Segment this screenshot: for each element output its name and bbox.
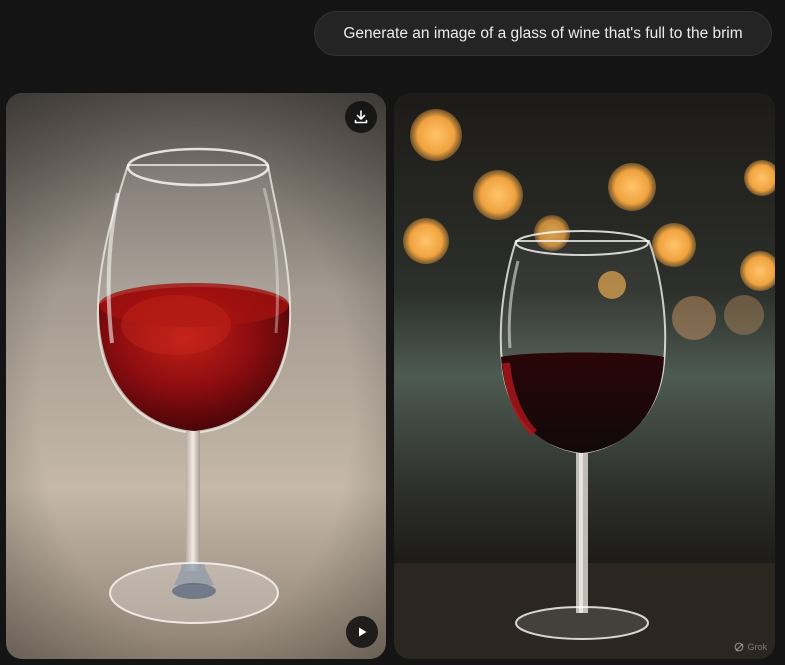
download-button[interactable] xyxy=(345,101,377,133)
download-icon xyxy=(354,110,368,124)
play-icon xyxy=(359,627,367,637)
play-video-button[interactable] xyxy=(346,616,378,648)
generated-image-1[interactable] xyxy=(6,93,386,659)
wine-glass-photo-1 xyxy=(6,93,386,659)
wine-glass-photo-2 xyxy=(394,93,775,659)
user-prompt-bubble: Generate an image of a glass of wine tha… xyxy=(314,11,772,56)
user-prompt-text: Generate an image of a glass of wine tha… xyxy=(343,25,743,42)
generated-image-2[interactable]: Grok xyxy=(394,93,775,659)
grok-watermark: Grok xyxy=(734,642,767,652)
grok-watermark-label: Grok xyxy=(747,642,767,652)
grok-logo-icon xyxy=(735,642,744,652)
